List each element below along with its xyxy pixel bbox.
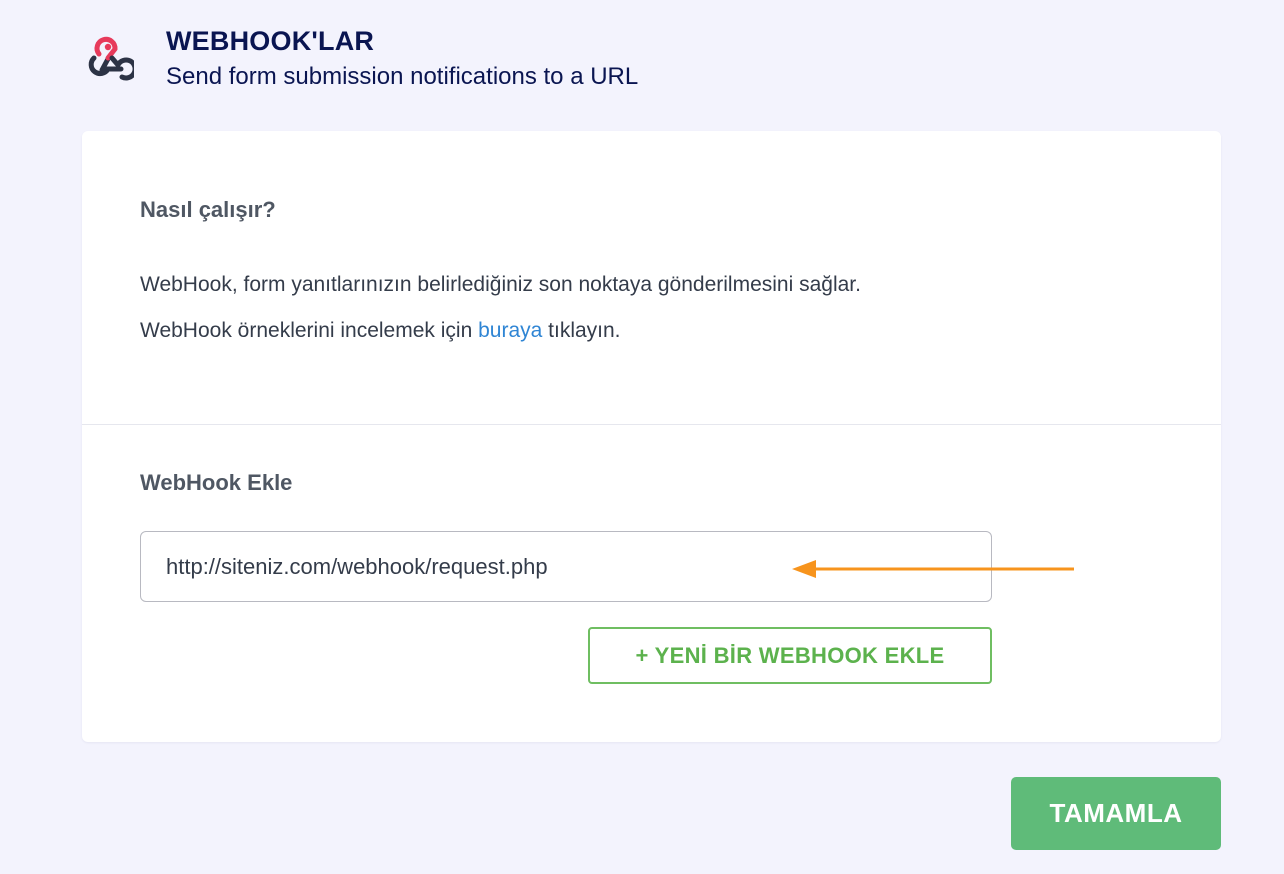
add-webhook-title: WebHook Ekle: [140, 470, 293, 495]
how-it-works-section: Nasıl çalışır? WebHook, form yanıtlarını…: [82, 131, 1221, 425]
page-subtitle: Send form submission notifications to a …: [166, 63, 639, 90]
webhook-settings-card: Nasıl çalışır? WebHook, form yanıtlarını…: [82, 131, 1221, 742]
page-header: WEBHOOK'LAR Send form submission notific…: [82, 24, 638, 91]
how-it-works-description: WebHook, form yanıtlarınızın belirlediği…: [140, 273, 861, 296]
header-text: WEBHOOK'LAR Send form submission notific…: [166, 24, 638, 91]
webhook-icon: [88, 36, 134, 81]
add-new-webhook-button[interactable]: + YENİ BİR WEBHOOK EKLE: [588, 627, 992, 684]
examples-link[interactable]: buraya: [478, 319, 542, 342]
how-it-works-title: Nasıl çalışır?: [140, 197, 276, 222]
page-title: WEBHOOK'LAR: [166, 26, 375, 56]
examples-text-prefix: WebHook örneklerini incelemek için: [140, 319, 479, 342]
complete-button[interactable]: TAMAMLA: [1011, 777, 1221, 850]
examples-text: WebHook örneklerini incelemek için buray…: [140, 319, 621, 343]
annotation-arrow: [792, 560, 1074, 578]
examples-text-suffix: tıklayın.: [542, 319, 621, 342]
